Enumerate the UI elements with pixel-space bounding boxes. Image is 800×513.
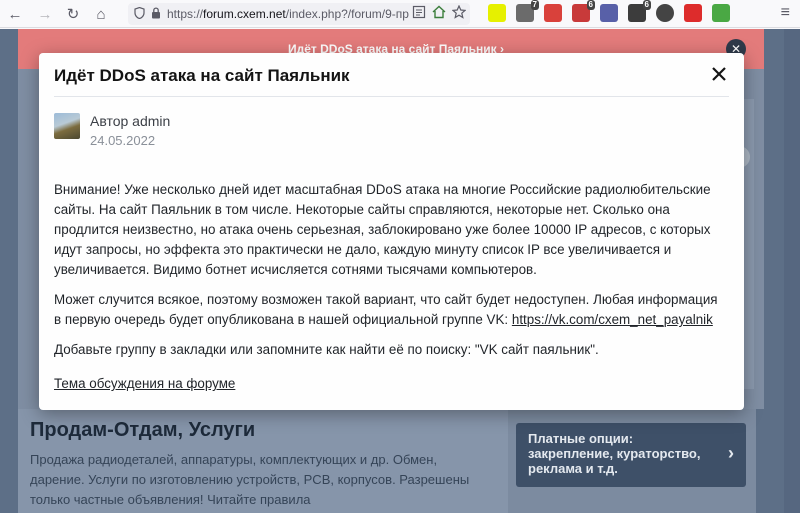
extension-9-icon[interactable] <box>712 4 730 22</box>
forum-discussion-link[interactable]: Тема обсуждения на форуме <box>54 376 235 391</box>
extension-3-icon[interactable] <box>544 4 562 22</box>
forum-section-description: Продажа радиодеталей, аппаратуры, компле… <box>30 452 470 507</box>
reload-icon: ↻ <box>66 6 80 23</box>
extension-2-badge: 7 <box>530 0 539 10</box>
home-page-icon[interactable] <box>432 5 446 22</box>
modal-title: Идёт DDoS атака на сайт Паяльник <box>54 66 350 85</box>
forum-section: Продам-Отдам, Услуги Продажа радиодетале… <box>30 419 490 510</box>
browser-toolbar: ← → ↻ ⌂ https://forum.cxem.net/index.php… <box>0 0 800 28</box>
address-bar-actions <box>412 4 467 22</box>
shield-icon[interactable] <box>134 6 145 22</box>
extension-1-icon[interactable] <box>488 4 506 22</box>
author-name: Автор admin <box>90 113 171 129</box>
menu-icon[interactable]: ≡ <box>781 4 790 22</box>
paid-options-label: Платные опции: закрепление, кураторство,… <box>528 431 701 476</box>
paragraph-warning: Внимание! Уже несколько дней идет масшта… <box>54 182 711 277</box>
url-path: /index.php?/forum/9-пр <box>285 7 409 21</box>
chevron-right-icon: › <box>728 443 734 463</box>
paragraph-bookmark: Добавьте группу в закладки или запомните… <box>54 342 599 357</box>
extension-6-badge: 6 <box>642 0 651 10</box>
extension-6-icon[interactable]: 6 <box>628 0 651 22</box>
bookmark-star-icon[interactable] <box>451 4 467 22</box>
paid-options-button[interactable]: Платные опции: закрепление, кураторство,… <box>516 423 746 487</box>
avatar[interactable] <box>54 113 80 139</box>
address-bar[interactable]: https://forum.cxem.net/index.php?/forum/… <box>128 3 470 25</box>
url-host: forum.cxem.net <box>203 7 286 21</box>
home-icon: ⌂ <box>96 5 106 23</box>
announcement-modal: Идёт DDoS атака на сайт Паяльник Автор a… <box>39 53 744 410</box>
reload-button[interactable]: ↻ <box>60 1 86 27</box>
extension-4-icon[interactable]: 6 <box>572 0 595 22</box>
extension-4-badge: 6 <box>586 0 595 10</box>
modal-header: Идёт DDoS атака на сайт Паяльник <box>54 53 729 97</box>
extension-7-icon[interactable] <box>656 4 674 22</box>
home-button[interactable]: ⌂ <box>88 1 114 27</box>
extension-2-icon[interactable]: 7 <box>516 0 539 22</box>
vk-group-link[interactable]: https://vk.com/cxem_net_payalnik <box>512 312 713 327</box>
modal-body: Внимание! Уже несколько дней идет масшта… <box>54 180 724 370</box>
post-date: 24.05.2022 <box>90 133 156 148</box>
back-button[interactable]: ← <box>2 1 28 27</box>
url-prefix: https:// <box>167 7 204 21</box>
extension-5-icon[interactable] <box>600 4 618 22</box>
url-text: https://forum.cxem.net/index.php?/forum/… <box>167 7 409 21</box>
extension-8-icon[interactable] <box>684 4 702 22</box>
extensions-bar: 7 6 6 <box>488 0 730 22</box>
forward-arrow-icon: → <box>37 5 53 23</box>
forum-section-title[interactable]: Продам-Отдам, Услуги <box>30 419 490 442</box>
scrollbar[interactable] <box>784 29 800 513</box>
lock-icon[interactable] <box>151 6 161 22</box>
back-arrow-icon: ← <box>7 5 23 23</box>
close-icon[interactable] <box>709 64 729 84</box>
paragraph-vk: Может случится всякое, поэтому возможен … <box>54 290 724 330</box>
reader-view-icon[interactable] <box>412 5 426 22</box>
forward-button[interactable]: → <box>32 1 58 27</box>
